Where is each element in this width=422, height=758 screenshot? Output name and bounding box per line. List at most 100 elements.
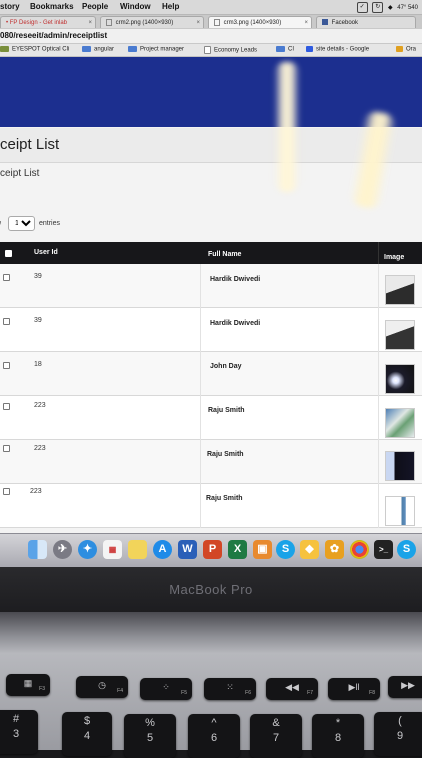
key-f4[interactable]: ◷ F4	[76, 676, 128, 698]
key-f6[interactable]: ⁙ F6	[204, 678, 256, 700]
chrome-icon[interactable]	[350, 540, 369, 559]
table-row[interactable]: 223 Raju Smith	[0, 484, 422, 528]
key-f3[interactable]: ▦ F3	[6, 674, 50, 696]
wifi-icon[interactable]: ◆	[388, 4, 393, 11]
bookmark-item[interactable]: Project manager	[128, 46, 184, 53]
key-7[interactable]: & 7	[250, 714, 302, 758]
row-checkbox[interactable]	[3, 362, 10, 369]
column-divider	[378, 440, 379, 484]
column-header-full-name[interactable]: Full Name	[208, 251, 241, 258]
table-row[interactable]: 223 Raju Smith	[0, 396, 422, 440]
table-row[interactable]: 223 Raju Smith	[0, 440, 422, 484]
bookmark-item[interactable]: site details - Google	[306, 46, 369, 53]
key-9[interactable]: ( 9	[374, 712, 422, 756]
table-row[interactable]: 39 Hardik Dwivedi	[0, 308, 422, 352]
sketch-icon[interactable]: ◆	[300, 540, 319, 559]
bookmark-item[interactable]: CI	[276, 46, 294, 53]
browser-tab[interactable]: Facebook	[316, 16, 416, 28]
url-text[interactable]: 080/reseeit/admin/receiptlist	[0, 31, 107, 40]
cell-full-name: Raju Smith	[206, 495, 243, 502]
key-f8[interactable]: ▶ll F8	[328, 678, 380, 700]
key-3[interactable]: # 3	[0, 710, 38, 754]
receipt-thumbnail[interactable]	[385, 364, 415, 394]
table-header: User Id Full Name Image	[0, 242, 422, 264]
bookmark-item[interactable]: Ora	[396, 46, 416, 53]
key-f7[interactable]: ◀◀ F7	[266, 678, 318, 700]
page-title: ceipt List	[0, 136, 60, 153]
row-checkbox[interactable]	[3, 403, 10, 410]
menu-bookmarks[interactable]: Bookmarks	[30, 2, 74, 11]
finder-icon[interactable]	[28, 540, 47, 559]
column-header-image[interactable]: Image	[384, 254, 404, 261]
column-divider	[378, 264, 379, 308]
menu-window[interactable]: Window	[120, 2, 151, 11]
browser-tab[interactable]: • FP Design - Get inlab ×	[0, 16, 96, 28]
terminal-icon[interactable]: >_	[374, 540, 393, 559]
key-5[interactable]: % 5	[124, 714, 176, 758]
sync-icon[interactable]: ↻	[372, 2, 384, 13]
key-f5[interactable]: ⁘ F5	[140, 678, 192, 700]
key-label: %	[145, 717, 155, 729]
column-divider	[378, 396, 379, 440]
status-icon[interactable]: ✓	[356, 2, 368, 13]
safari-icon[interactable]: ✦	[78, 540, 97, 559]
menu-people[interactable]: People	[82, 2, 108, 11]
receipt-thumbnail[interactable]	[385, 496, 415, 526]
receipt-thumbnail[interactable]	[385, 451, 415, 481]
key-4[interactable]: $ 4	[62, 712, 112, 756]
receipt-thumbnail[interactable]	[385, 275, 415, 305]
folder-icon	[276, 46, 285, 52]
cell-user-id: 18	[34, 361, 42, 368]
appstore-icon[interactable]: A	[153, 540, 172, 559]
key-label: #	[12, 713, 20, 725]
panel-title: ceipt List	[0, 168, 40, 179]
browser-tab-strip: • FP Design - Get inlab × crm2.png (1400…	[0, 15, 422, 29]
skype-icon[interactable]: S	[276, 540, 295, 559]
column-divider	[200, 440, 201, 484]
row-checkbox[interactable]	[3, 274, 10, 281]
row-checkbox[interactable]	[3, 488, 10, 495]
column-header-user-id[interactable]: User Id	[34, 249, 58, 256]
address-bar[interactable]: 080/reseeit/admin/receiptlist	[0, 29, 422, 44]
select-all-checkbox[interactable]	[5, 250, 12, 257]
bookmarks-bar: EYESPOT Optical Cli angular Project mana…	[0, 44, 422, 57]
table-row[interactable]: 39 Hardik Dwivedi	[0, 264, 422, 308]
key-6[interactable]: ^ 6	[188, 714, 240, 758]
close-tab-icon[interactable]: ×	[196, 17, 200, 28]
browser-tab-active[interactable]: crm3.png (1400×930) ×	[208, 16, 312, 28]
photos-icon[interactable]: ▣	[253, 540, 272, 559]
key-label: *	[335, 717, 341, 729]
show-label: w	[0, 220, 6, 227]
bookmark-label: Ora	[406, 46, 417, 53]
receipt-thumbnail[interactable]	[385, 320, 415, 350]
notes-icon[interactable]	[128, 540, 147, 559]
bookmark-item[interactable]: Economy Leads	[204, 46, 257, 54]
close-tab-icon[interactable]: ×	[304, 17, 308, 28]
photos-2-icon[interactable]: ✿	[325, 540, 344, 559]
menu-help[interactable]: Help	[162, 2, 179, 11]
skype-icon-2[interactable]: S	[397, 540, 416, 559]
tab-label: crm3.png (1400×930)	[223, 20, 282, 26]
entries-select[interactable]: 10	[8, 216, 35, 231]
bookmark-label: Project manager	[140, 46, 185, 53]
laptop-keyboard-deck: ▦ F3 ◷ F4 ⁘ F5 ⁙ F6 ◀◀ F7 ▶ll F8 ▶▶ # 3 …	[0, 612, 422, 758]
bookmark-item[interactable]: EYESPOT Optical Cli	[0, 46, 69, 53]
word-icon[interactable]: W	[178, 540, 197, 559]
calendar-icon[interactable]: ▦	[103, 540, 122, 559]
bookmark-item[interactable]: angular	[82, 46, 114, 53]
menu-history[interactable]: story	[0, 2, 20, 11]
excel-icon[interactable]: X	[228, 540, 247, 559]
close-tab-icon[interactable]: ×	[88, 17, 92, 28]
column-divider	[200, 396, 201, 440]
receipt-thumbnail[interactable]	[385, 408, 415, 438]
browser-tab[interactable]: crm2.png (1400×930) ×	[100, 16, 204, 28]
table-row[interactable]: 18 John Day	[0, 352, 422, 396]
key-8[interactable]: * 8	[312, 714, 364, 758]
row-checkbox[interactable]	[3, 318, 10, 325]
tab-label: • FP Design - Get inlab	[6, 20, 68, 26]
launchpad-icon[interactable]: ✈	[53, 540, 72, 559]
powerpoint-icon[interactable]: P	[203, 540, 222, 559]
row-checkbox[interactable]	[3, 445, 10, 452]
cell-user-id: 39	[34, 317, 42, 324]
key-f9[interactable]: ▶▶	[388, 676, 422, 698]
